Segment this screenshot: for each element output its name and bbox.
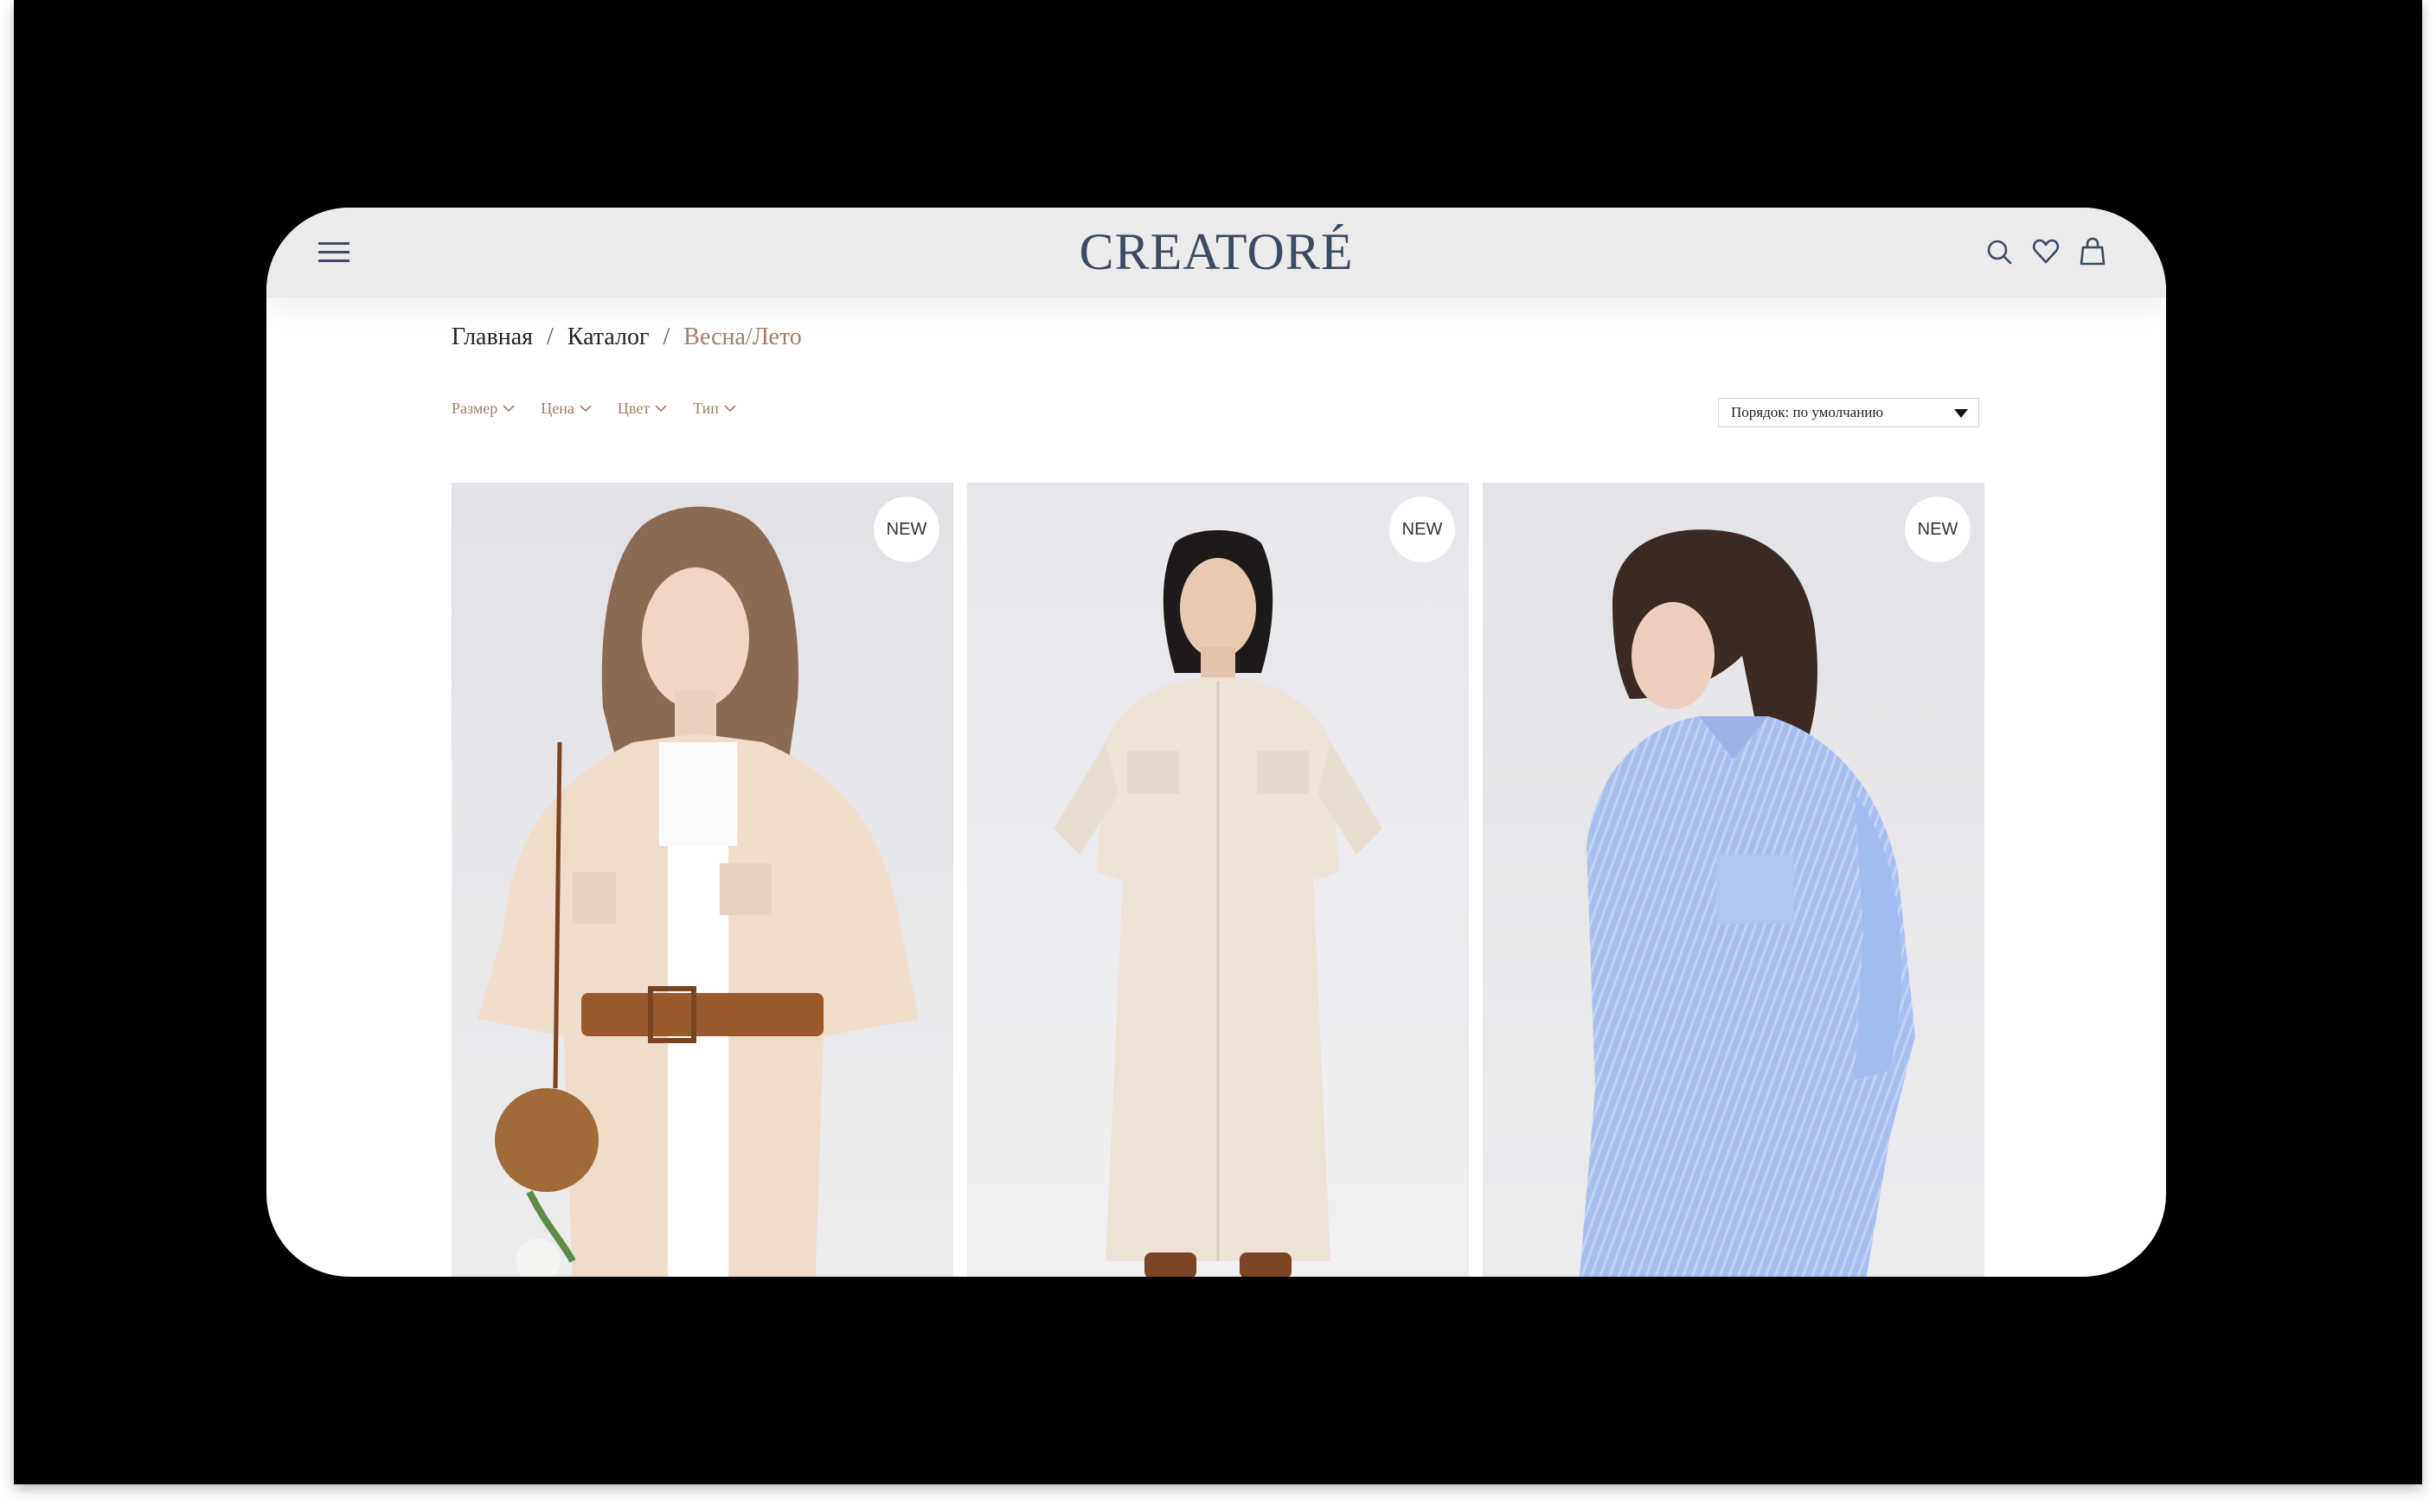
filter-size[interactable]: Размер: [452, 400, 515, 418]
breadcrumb-current: Весна/Лето: [683, 324, 802, 350]
site-logo[interactable]: CREATORÉ: [266, 221, 2166, 282]
breadcrumb: Главная / Каталог / Весна/Лето: [452, 324, 802, 351]
filter-label: Тип: [693, 400, 719, 417]
filter-color[interactable]: Цвет: [618, 400, 667, 418]
heart-icon[interactable]: [2031, 237, 2061, 266]
product-photo[interactable]: [452, 483, 953, 1277]
breadcrumb-separator: /: [547, 324, 554, 350]
filter-bar: Размер Цена Цвет Тип: [452, 400, 736, 418]
tablet-screen: CREATORÉ Главная / Каталог / Весна/Лето …: [266, 208, 2166, 1277]
product-photo[interactable]: [967, 483, 1469, 1277]
sort-select[interactable]: Порядок: по умолчанию: [1718, 398, 1979, 427]
header-actions: [1984, 237, 2107, 266]
chevron-down-icon: [655, 405, 667, 413]
filter-price[interactable]: Цена: [541, 400, 592, 418]
new-badge: NEW: [1905, 497, 1971, 562]
caret-down-icon: [1954, 409, 1968, 418]
site-header: CREATORÉ: [266, 208, 2166, 298]
breadcrumb-catalog[interactable]: Каталог: [567, 324, 650, 351]
breadcrumb-separator: /: [663, 324, 670, 350]
sort-selected-value: Порядок: по умолчанию: [1731, 404, 1884, 420]
chevron-down-icon: [724, 405, 736, 413]
breadcrumb-home[interactable]: Главная: [452, 324, 533, 351]
filter-type[interactable]: Тип: [693, 400, 736, 418]
chevron-down-icon: [580, 405, 592, 413]
product-photo[interactable]: [1483, 483, 1984, 1277]
filter-label: Цвет: [617, 400, 651, 417]
search-icon[interactable]: [1984, 237, 2014, 266]
bag-icon[interactable]: [2078, 237, 2107, 266]
chevron-down-icon: [503, 405, 515, 413]
product-card[interactable]: NEW: [452, 483, 953, 1277]
product-card[interactable]: NEW: [967, 483, 1469, 1277]
new-badge: NEW: [874, 497, 939, 562]
filter-label: Размер: [452, 400, 498, 417]
product-card[interactable]: NEW: [1483, 483, 1984, 1277]
new-badge: NEW: [1389, 497, 1455, 562]
filter-label: Цена: [541, 400, 574, 417]
